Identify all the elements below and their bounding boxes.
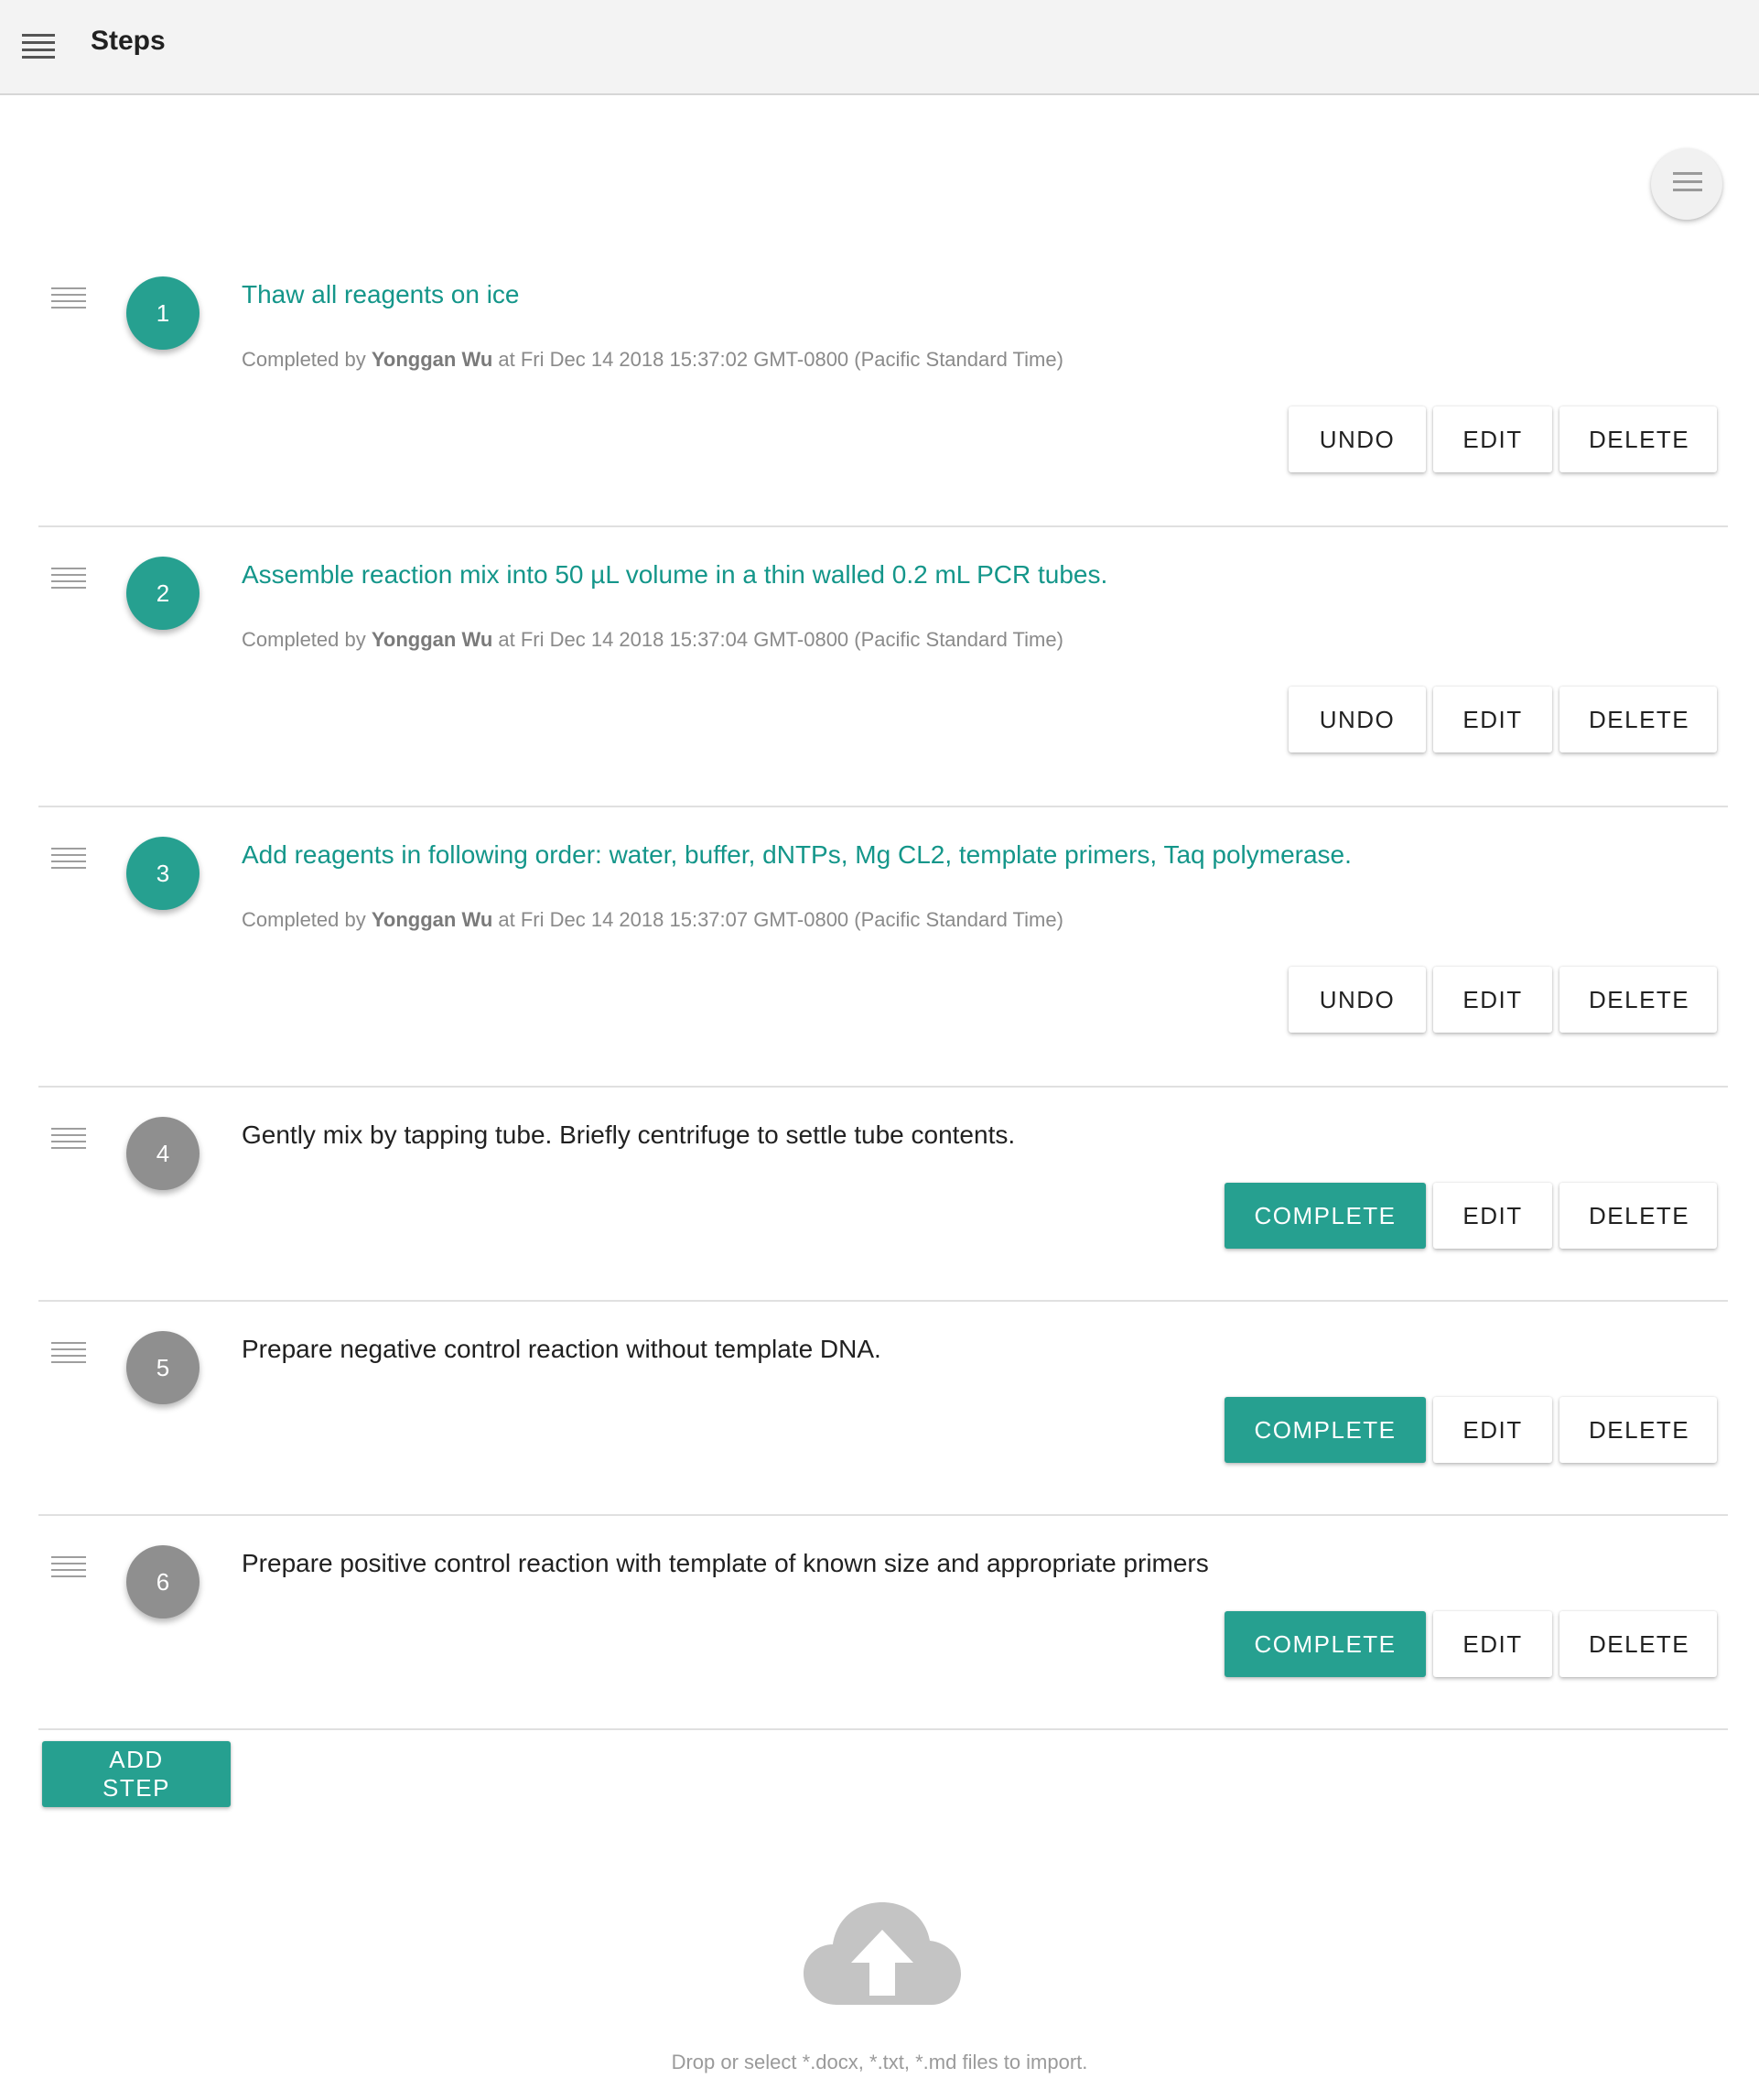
step-number-badge: 6: [126, 1545, 200, 1618]
cloud-upload-icon[interactable]: [800, 1895, 965, 2007]
completed-prefix: Completed by: [242, 908, 366, 931]
undo-button[interactable]: UNDO: [1289, 687, 1426, 752]
drag-handle-icon[interactable]: [51, 848, 86, 873]
drag-handle-icon[interactable]: [51, 568, 86, 593]
step-item: 6 Prepare positive control reaction with…: [38, 1516, 1728, 1730]
completion-info: Completed by Yonggan Wu at Fri Dec 14 20…: [242, 628, 1063, 652]
step-text: Add reagents in following order: water, …: [242, 840, 1352, 869]
completion-info: Completed by Yonggan Wu at Fri Dec 14 20…: [242, 908, 1063, 932]
completed-prefix: Completed by: [242, 348, 366, 371]
step-actions: UNDO EDIT DELETE: [1289, 406, 1717, 472]
step-number-badge: 4: [126, 1117, 200, 1190]
import-hint: Drop or select *.docx, *.txt, *.md files…: [671, 2051, 1088, 2073]
edit-button[interactable]: EDIT: [1433, 1611, 1552, 1677]
step-text: Prepare negative control reaction withou…: [242, 1335, 881, 1363]
step-actions: UNDO EDIT DELETE: [1289, 967, 1717, 1033]
completed-by-user: Yonggan Wu: [371, 908, 493, 931]
delete-button[interactable]: DELETE: [1559, 967, 1717, 1033]
step-number-badge: 5: [126, 1331, 200, 1404]
delete-button[interactable]: DELETE: [1559, 1611, 1717, 1677]
drag-handle-icon[interactable]: [51, 1342, 86, 1368]
step-number-badge: 2: [126, 557, 200, 630]
step-actions: COMPLETE EDIT DELETE: [1225, 1611, 1717, 1677]
list-icon: [1673, 172, 1702, 197]
complete-button[interactable]: COMPLETE: [1225, 1611, 1426, 1677]
completed-prefix: Completed by: [242, 628, 366, 651]
step-actions: COMPLETE EDIT DELETE: [1225, 1397, 1717, 1463]
step-item: 1 Thaw all reagents on ice Completed by …: [38, 247, 1728, 527]
step-actions: COMPLETE EDIT DELETE: [1225, 1183, 1717, 1249]
edit-button[interactable]: EDIT: [1433, 687, 1552, 752]
hamburger-menu-icon[interactable]: [22, 34, 55, 60]
completion-info: Completed by Yonggan Wu at Fri Dec 14 20…: [242, 348, 1063, 372]
completed-by-user: Yonggan Wu: [371, 348, 493, 371]
undo-button[interactable]: UNDO: [1289, 967, 1426, 1033]
edit-button[interactable]: EDIT: [1433, 1183, 1552, 1249]
completed-timestamp: at Fri Dec 14 2018 15:37:02 GMT-0800 (Pa…: [498, 348, 1063, 371]
steps-list: 1 Thaw all reagents on ice Completed by …: [38, 247, 1728, 1730]
delete-button[interactable]: DELETE: [1559, 1397, 1717, 1463]
complete-button[interactable]: COMPLETE: [1225, 1397, 1426, 1463]
step-item: 5 Prepare negative control reaction with…: [38, 1302, 1728, 1516]
delete-button[interactable]: DELETE: [1559, 406, 1717, 472]
step-number-badge: 1: [126, 276, 200, 350]
edit-button[interactable]: EDIT: [1433, 406, 1552, 472]
completed-timestamp: at Fri Dec 14 2018 15:37:07 GMT-0800 (Pa…: [498, 908, 1063, 931]
complete-button[interactable]: COMPLETE: [1225, 1183, 1426, 1249]
options-button[interactable]: [1651, 148, 1722, 220]
page-title: Steps: [91, 26, 166, 56]
step-text: Prepare positive control reaction with t…: [242, 1549, 1209, 1577]
step-text: Gently mix by tapping tube. Briefly cent…: [242, 1120, 1016, 1149]
edit-button[interactable]: EDIT: [1433, 967, 1552, 1033]
step-item: 2 Assemble reaction mix into 50 µL volum…: [38, 527, 1728, 807]
undo-button[interactable]: UNDO: [1289, 406, 1426, 472]
step-text: Assemble reaction mix into 50 µL volume …: [242, 560, 1108, 589]
step-item: 3 Add reagents in following order: water…: [38, 807, 1728, 1088]
step-actions: UNDO EDIT DELETE: [1289, 687, 1717, 752]
completed-timestamp: at Fri Dec 14 2018 15:37:04 GMT-0800 (Pa…: [498, 628, 1063, 651]
delete-button[interactable]: DELETE: [1559, 687, 1717, 752]
step-item: 4 Gently mix by tapping tube. Briefly ce…: [38, 1088, 1728, 1302]
top-app-bar: Steps: [0, 0, 1759, 95]
drag-handle-icon[interactable]: [51, 1128, 86, 1153]
completed-by-user: Yonggan Wu: [371, 628, 493, 651]
delete-button[interactable]: DELETE: [1559, 1183, 1717, 1249]
add-step-button[interactable]: ADD STEP: [42, 1741, 231, 1807]
drag-handle-icon[interactable]: [51, 287, 86, 313]
edit-button[interactable]: EDIT: [1433, 1397, 1552, 1463]
drag-handle-icon[interactable]: [51, 1556, 86, 1582]
step-text: Thaw all reagents on ice: [242, 280, 520, 309]
step-number-badge: 3: [126, 837, 200, 910]
